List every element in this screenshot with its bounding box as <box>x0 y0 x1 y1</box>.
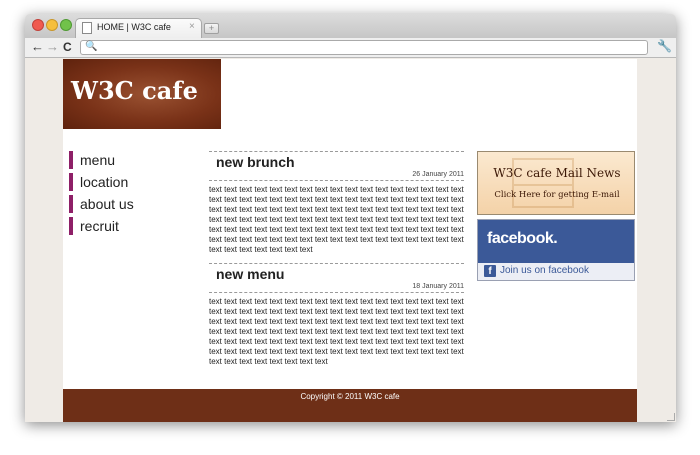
article-header: new brunch 26 January 2011 <box>209 151 464 181</box>
article-date: 26 January 2011 <box>412 171 464 178</box>
resize-grip-icon[interactable] <box>667 413 675 421</box>
facebook-footer: f Join us on facebook <box>478 263 634 280</box>
wrench-icon[interactable]: 🔧 <box>657 39 672 53</box>
document-icon <box>82 22 92 34</box>
article-title[interactable]: new menu <box>209 264 464 282</box>
facebook-join-link[interactable]: Join us on facebook <box>500 265 589 276</box>
tab-close-icon[interactable]: × <box>189 21 195 32</box>
article-date: 18 January 2011 <box>412 283 464 290</box>
menu-item-about-us[interactable]: about us <box>69 195 189 213</box>
copyright-text: Copyright © 2011 W3C cafe <box>300 392 400 401</box>
facebook-icon: f <box>484 265 496 277</box>
menu-item-recruit[interactable]: recruit <box>69 217 189 235</box>
mail-banner-title: W3C cafe Mail News <box>493 166 621 180</box>
browser-toolbar: ← → C 🔍 🔧 <box>25 38 676 58</box>
zoom-window-button[interactable] <box>60 19 72 31</box>
main-menu: menu location about us recruit <box>69 151 189 239</box>
mail-news-banner[interactable]: W3C cafe Mail News Click Here for gettin… <box>477 151 635 215</box>
article: new brunch 26 January 2011 text text tex… <box>209 151 464 255</box>
minimize-window-button[interactable] <box>46 19 58 31</box>
back-arrow-icon[interactable]: ← <box>31 39 44 55</box>
facebook-logo: facebook. <box>487 230 558 247</box>
forward-arrow-icon[interactable]: → <box>46 39 59 55</box>
menu-item-location[interactable]: location <box>69 173 189 191</box>
page-viewport: W3C cafe menu location about us recruit … <box>25 59 676 422</box>
tab-title: HOME | W3C cafe <box>97 22 171 32</box>
browser-tab[interactable]: HOME | W3C cafe × <box>75 18 202 38</box>
new-tab-button[interactable]: + <box>204 23 219 34</box>
mail-banner-subtitle: Click Here for getting E-mail <box>494 190 620 200</box>
article-title[interactable]: new brunch <box>209 152 464 170</box>
article-body: text text text text text text text text … <box>209 297 464 366</box>
article-header: new menu 18 January 2011 <box>209 263 464 293</box>
search-icon: 🔍 <box>85 41 98 52</box>
facebook-header: facebook. <box>478 220 634 263</box>
facebook-banner[interactable]: facebook. f Join us on facebook <box>477 219 635 281</box>
site-footer: Copyright © 2011 W3C cafe <box>63 389 637 422</box>
article: new menu 18 January 2011 text text text … <box>209 263 464 367</box>
page-container: W3C cafe menu location about us recruit … <box>63 59 637 422</box>
site-logo[interactable]: W3C cafe <box>63 59 221 129</box>
news-articles: new brunch 26 January 2011 text text tex… <box>209 151 464 375</box>
article-body: text text text text text text text text … <box>209 185 464 254</box>
title-bar: HOME | W3C cafe × + <box>25 14 676 38</box>
menu-item-menu[interactable]: menu <box>69 151 189 169</box>
sidebar-banners: W3C cafe Mail News Click Here for gettin… <box>477 151 635 281</box>
address-bar[interactable]: 🔍 <box>80 40 648 55</box>
reload-icon[interactable]: C <box>63 39 72 55</box>
close-window-button[interactable] <box>32 19 44 31</box>
browser-window: HOME | W3C cafe × + ← → C 🔍 🔧 W3C cafe m… <box>25 14 676 422</box>
logo-text: W3C cafe <box>71 76 198 105</box>
